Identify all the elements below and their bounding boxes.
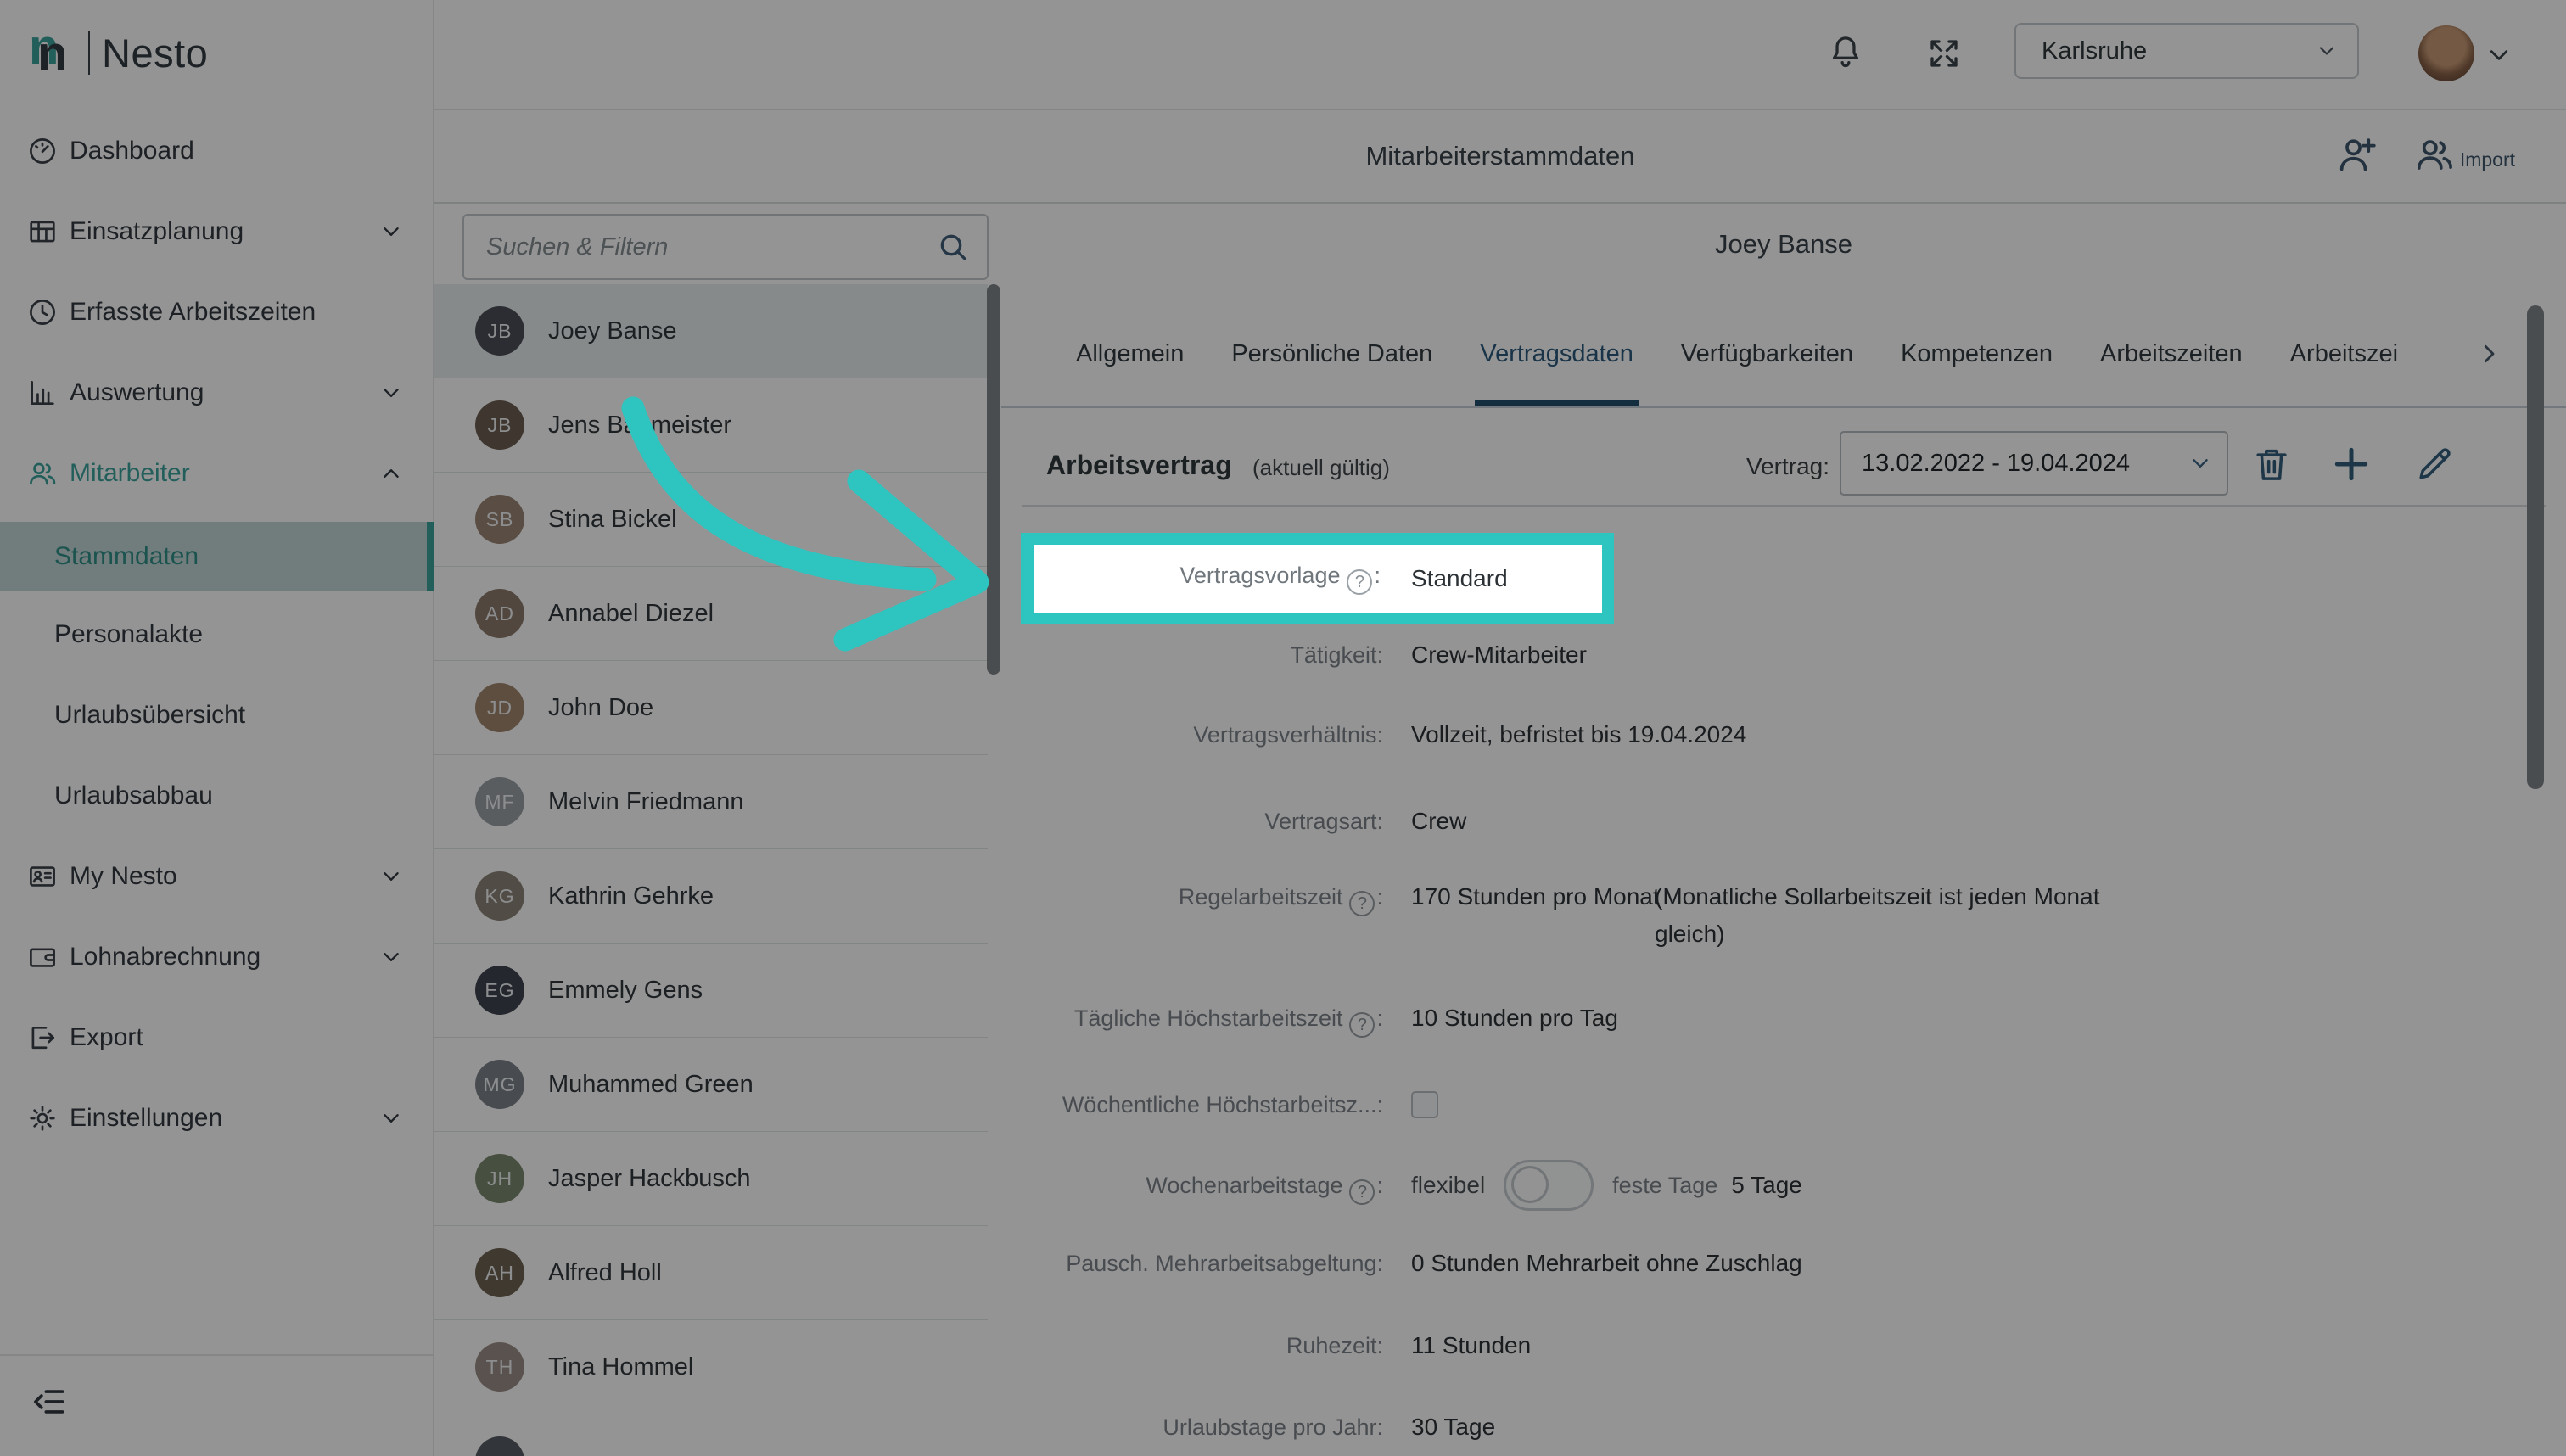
spotlight-row: Vertragsvorlage?: Standard <box>1034 545 1602 613</box>
tutorial-spotlight-vertragsvorlage: Vertragsvorlage?: Standard <box>1021 533 1614 624</box>
tutorial-dim-overlay <box>0 0 2566 1456</box>
spotlight-field-value: Standard <box>1411 565 1508 592</box>
nesto-app: n n Nesto DashboardEinsatzplanungErfasst… <box>0 0 2566 1456</box>
spotlight-field-label: Vertragsvorlage?: <box>1034 563 1381 596</box>
help-icon[interactable]: ? <box>1347 569 1372 595</box>
